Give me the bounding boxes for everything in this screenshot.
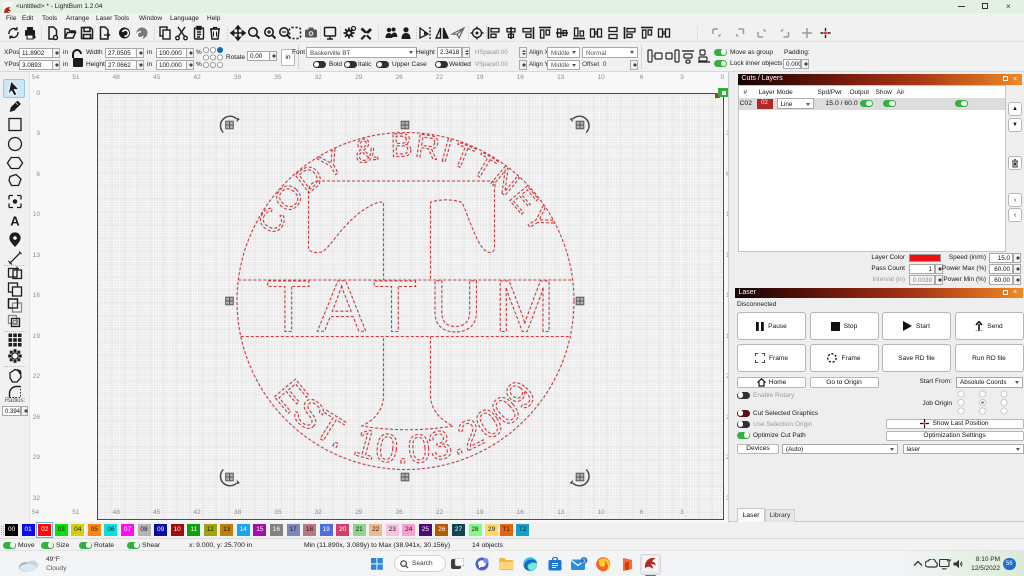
- svg-text:CODY & BRITTNEY: CODY & BRITTNEY: [250, 126, 561, 240]
- svg-text:A: A: [10, 214, 20, 229]
- svg-text:EST. 10.03.2009: EST. 10.03.2009: [265, 372, 545, 473]
